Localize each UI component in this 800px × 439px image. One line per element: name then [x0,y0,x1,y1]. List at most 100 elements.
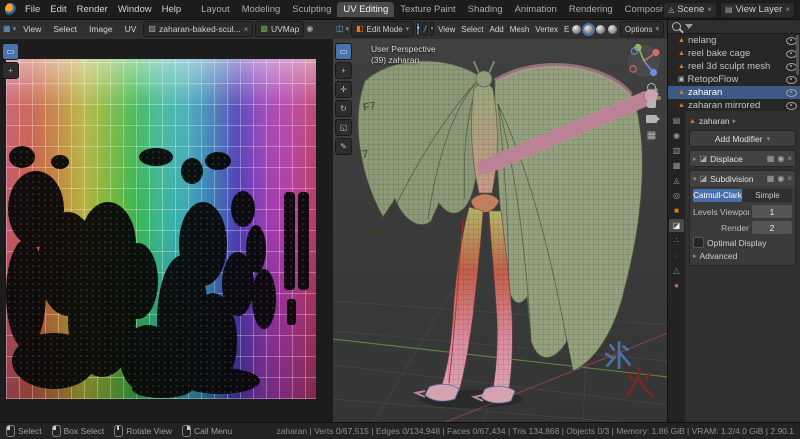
toggle-perspective-icon[interactable]: ▦ [646,130,657,141]
uv-tool-select-box-icon[interactable]: ▭ [2,43,19,60]
tool-annotate-icon[interactable]: ✎ [335,138,352,155]
view-layer-selector[interactable]: ▤ View Layer × [720,2,795,18]
menu-edit[interactable]: Edit [45,3,71,16]
mode-selector[interactable]: ◧ Edit Mode ▾ [351,21,414,37]
tool-scale-icon[interactable]: ◱ [335,119,352,136]
outliner-item-retopoflow[interactable]: ▣ RetopoFlow [668,73,800,86]
uv-menu-view[interactable]: View [18,23,46,35]
workspace-tab-rendering[interactable]: Rendering [563,2,619,17]
workspace-tab-compositing[interactable]: Compositing [619,2,664,17]
outliner-item-zaharan[interactable]: ▲ zaharan [668,86,800,99]
outliner-search-icon[interactable] [672,22,681,31]
image-datablock-selector[interactable]: ▨ zaharan-baked-scul... × [143,21,253,37]
menu-file[interactable]: File [20,3,45,16]
advanced-section-row[interactable]: ▸ Advanced [693,251,792,261]
workspace-tab-modeling[interactable]: Modeling [236,2,287,17]
menu-render[interactable]: Render [72,3,113,16]
add-modifier-button[interactable]: Add Modifier ▾ [689,130,796,147]
display-viewport-icon[interactable]: ▦ [767,175,775,183]
zoom-icon[interactable] [647,83,656,92]
uv-pin-icon[interactable]: ◉ [306,25,313,33]
vertex-select-icon[interactable]: • [416,22,420,36]
tool-cursor-icon[interactable]: + [335,62,352,79]
uv-map-selector[interactable]: ▩ UVMap [255,21,304,37]
levels-viewport-field[interactable]: 1 [752,205,792,218]
uv-canvas[interactable]: ▭ + [0,39,333,423]
viewport-editor-type-icon[interactable]: ◫ [336,25,344,33]
visibility-eye-icon[interactable] [786,102,797,110]
visibility-eye-icon[interactable] [786,76,797,84]
menu-help[interactable]: Help [157,3,187,16]
navigation-gizmo[interactable] [626,43,662,79]
workspace-tab-sculpting[interactable]: Sculpting [286,2,337,17]
tab-render-icon[interactable]: ◉ [669,129,684,142]
tab-output-icon[interactable]: ▥ [669,144,684,157]
outliner-scrollbar[interactable] [796,35,799,75]
tab-particles-icon[interactable]: ∴ [669,234,684,247]
shading-solid-icon[interactable] [584,25,593,34]
simple-button[interactable]: Simple [743,189,792,202]
vp-menu-view[interactable]: View [436,24,457,35]
displace-panel-header[interactable]: ▸ ◪ Displace ▦ ◉ × [690,151,795,166]
shading-wireframe-icon[interactable] [572,25,581,34]
vp-menu-select[interactable]: Select [459,24,485,35]
workspace-tab-animation[interactable]: Animation [509,2,563,17]
workspace-tab-texture-paint[interactable]: Texture Paint [394,2,461,17]
remove-modifier-icon[interactable]: × [787,154,792,163]
collapse-chevron-icon[interactable]: ▾ [693,175,697,183]
outliner-filter-icon[interactable] [685,24,693,29]
image-unlink-icon[interactable]: × [244,25,249,34]
tab-object-icon[interactable]: ■ [669,204,684,217]
shading-rendered-icon[interactable] [608,25,617,34]
scene-selector[interactable]: ◬ Scene × [663,2,717,18]
tab-material-icon[interactable]: ● [669,279,684,292]
uv-menu-image[interactable]: Image [84,23,118,35]
tab-tool-icon[interactable]: ▤ [669,114,684,127]
pan-hand-icon[interactable] [647,99,656,108]
catmull-clark-button[interactable]: Catmull-Clark [693,189,742,202]
vp-menu-vertex[interactable]: Vertex [533,24,560,35]
scene-unlink-icon[interactable]: × [707,5,712,14]
tool-rotate-icon[interactable]: ↻ [335,100,352,117]
face-select-icon[interactable]: ▪ [430,22,434,36]
vp-menu-add[interactable]: Add [488,24,506,35]
workspace-tab-layout[interactable]: Layout [195,2,236,17]
options-menu[interactable]: Options ▾ [620,21,664,37]
tab-object-data-icon[interactable]: △ [669,264,684,277]
subdivision-panel-header[interactable]: ▾ ◪ Subdivision ▦ ◉ × [690,171,795,186]
viewport-canvas[interactable]: User Perspective (39) zaharan F7 E7 F9 ▭… [333,39,668,423]
render-levels-field[interactable]: 2 [752,221,792,234]
menu-window[interactable]: Window [113,3,157,16]
tab-scene-icon[interactable]: ◬ [669,174,684,187]
remove-modifier-icon[interactable]: × [787,174,792,183]
display-viewport-icon[interactable]: ▦ [767,155,775,163]
editor-type-chevron-icon[interactable]: ▾ [13,25,17,33]
view-layer-unlink-icon[interactable]: × [785,5,790,14]
blender-logo-icon[interactable] [5,3,16,16]
tool-select-box-icon[interactable]: ▭ [335,43,352,60]
outliner-item-reel-bake-cage[interactable]: ▲ reel bake cage [668,47,800,60]
optimal-display-checkbox[interactable] [693,237,704,248]
display-render-icon[interactable]: ◉ [777,175,784,183]
outliner-item-nelang[interactable]: ▲ nelang [668,34,800,47]
workspace-tab-shading[interactable]: Shading [462,2,509,17]
edge-select-icon[interactable]: ╱ [422,22,428,36]
tool-move-icon[interactable]: ✛ [335,81,352,98]
tab-modifiers-wrench-icon[interactable]: ◪ [669,219,684,232]
visibility-eye-icon[interactable] [786,89,797,97]
tab-physics-icon[interactable]: ◌ [669,249,684,262]
viewport-editor-chevron-icon[interactable]: ▾ [346,25,350,33]
tab-world-icon[interactable]: ◎ [669,189,684,202]
workspace-tab-uv-editing[interactable]: UV Editing [337,2,394,17]
tab-view-layer-icon[interactable]: ▦ [669,159,684,172]
camera-view-icon[interactable] [646,115,657,123]
uv-editor-type-icon[interactable]: ▦ [3,25,11,33]
expand-chevron-icon[interactable]: ▸ [693,155,697,163]
vp-menu-mesh[interactable]: Mesh [508,24,532,35]
display-render-icon[interactable]: ◉ [777,155,784,163]
uv-tool-cursor-icon[interactable]: + [2,62,19,79]
shading-material-icon[interactable] [596,25,605,34]
uv-menu-select[interactable]: Select [48,23,82,35]
uv-menu-uv[interactable]: UV [120,23,142,35]
outliner-item-reel-3d-sculpt-mesh[interactable]: ▲ reel 3d sculpt mesh [668,60,800,73]
